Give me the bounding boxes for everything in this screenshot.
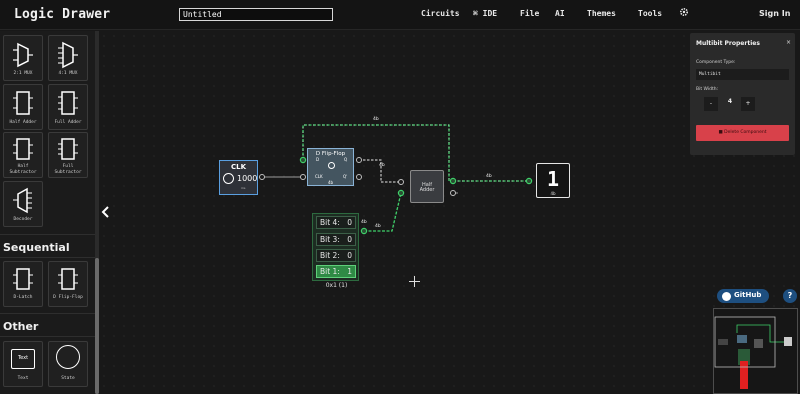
half-adder-label-line2: Adder [419,187,435,193]
close-icon[interactable]: × [786,39,791,46]
multibit-row[interactable]: Bit 4: 0 [316,216,356,229]
multibit-row-active[interactable]: Bit 1: 1 [316,265,356,278]
pin-d-label: D [316,157,320,162]
properties-title: Multibit Properties [696,40,760,47]
github-label: GitHub [734,291,762,299]
increment-button[interactable]: + [741,97,755,111]
clock-unit: ms [241,186,246,190]
bit-value: 0 [347,251,352,260]
delete-component-label: Delete Component [724,130,767,135]
multibit-row[interactable]: Bit 3: 0 [316,233,356,246]
wire-width-label: 4b [379,163,385,168]
hex-digit: 1 [546,167,560,191]
hex-width: 4b [550,191,556,196]
properties-panel: Multibit Properties × Component Type: Mu… [690,33,795,155]
decrement-button[interactable]: - [704,97,718,111]
bit-label: Bit 1: [320,267,340,276]
bit-value: 0 [347,235,352,244]
bit-width-label: Bit Width: [696,87,719,92]
bit-value: 1 [347,267,352,276]
component-type-value: Multibit [696,69,789,80]
half-adder-label: Half Adder [411,183,443,193]
help-button[interactable]: ? [783,289,797,303]
flip-flop-width: 4b [328,180,334,185]
wire-width-label: 4b [373,117,379,122]
crosshair-cursor-icon [409,276,420,287]
clock-circle-icon [223,173,234,184]
d-flip-flop-component[interactable]: D Flip-Flop D Q CLK Q' 4b [307,148,354,186]
bit-label: Bit 3: [320,235,340,244]
wire-width-label: 4b [486,174,492,179]
multibit-row[interactable]: Bit 2: 0 [316,249,356,262]
pin-q-label: Q [344,157,348,162]
clock-title: CLK [230,163,247,171]
wire-width-label: 4b [361,220,367,225]
flip-flop-state-circle-icon [328,162,335,169]
multibit-caption: 0x1 (1) [325,282,348,289]
wires-layer [259,124,533,235]
github-button[interactable]: GitHub [717,289,769,303]
minimap[interactable] [713,308,798,394]
clock-component[interactable]: CLK 1000 ms [219,160,258,195]
delete-component-button[interactable]: ■ Delete Component [696,125,789,141]
bit-width-value: 4 [727,98,733,105]
wire-width-label: 4b [375,224,381,229]
clock-value: 1000 [237,174,258,183]
half-adder-component[interactable]: Half Adder [410,170,444,203]
bit-label: Bit 4: [320,218,340,227]
minimap-preview [714,316,792,389]
multibit-component[interactable]: Bit 4: 0 Bit 3: 0 Bit 2: 0 Bit 1: 1 [312,213,359,281]
pin-clk-label: CLK [315,174,323,179]
bit-value: 0 [347,218,352,227]
hex-display-component[interactable]: 1 4b [536,163,570,198]
github-icon [722,292,731,301]
bit-label: Bit 2: [320,251,340,260]
component-type-label: Component Type: [696,60,736,65]
pin-qbar-label: Q' [343,174,348,179]
